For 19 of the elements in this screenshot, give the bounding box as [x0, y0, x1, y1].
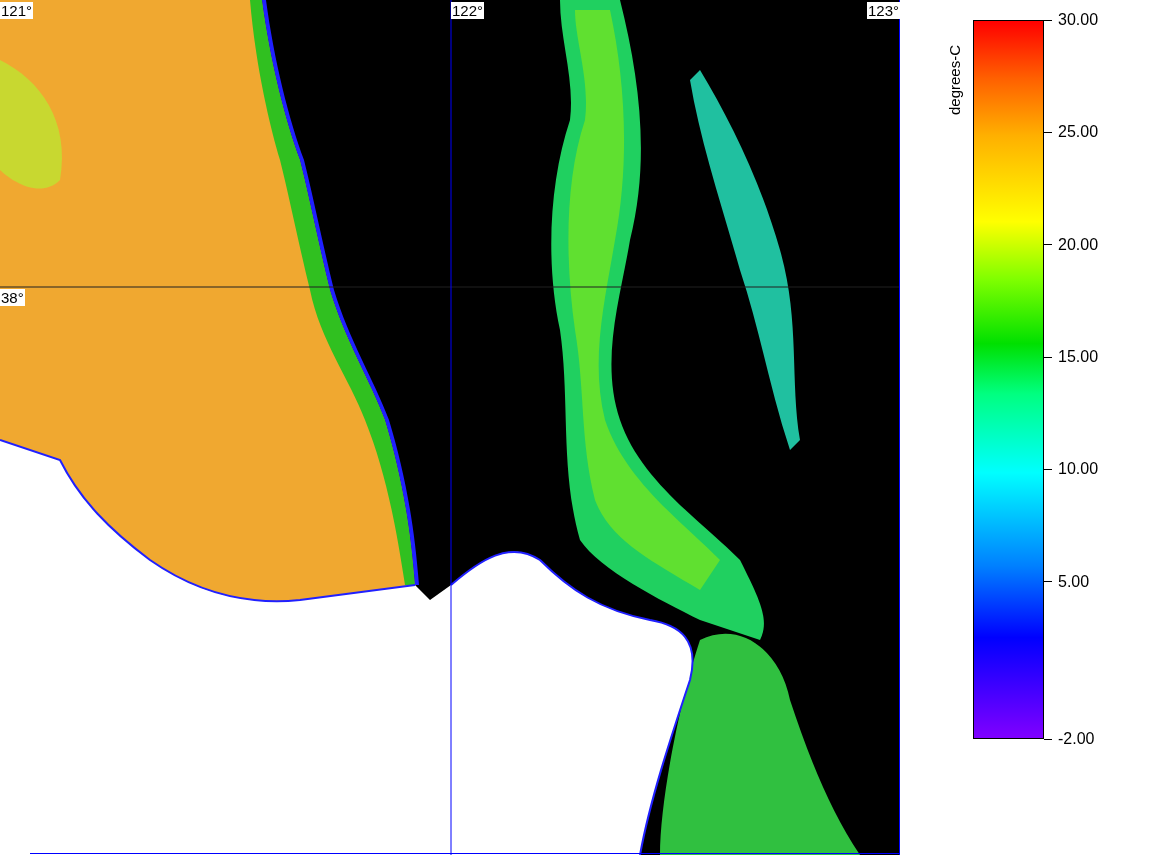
tick-mark [1044, 244, 1052, 246]
longitude-label: 123° [866, 2, 900, 19]
tick-mark [1044, 131, 1052, 133]
tick-label: 25.00 [1058, 123, 1099, 142]
latitude-label: 38° [0, 289, 25, 306]
longitude-label: 121° [0, 2, 34, 19]
tick-label: 30.00 [1058, 11, 1099, 29]
tick-mark [1044, 738, 1052, 740]
tick-mark [1044, 356, 1052, 358]
tick-mark [1044, 19, 1052, 21]
tick-label: 5.00 [1058, 572, 1090, 591]
longitude-label: 122° [451, 2, 485, 19]
tick-label: 20.00 [1058, 235, 1099, 254]
colorbar-title: degrees-C [946, 43, 964, 115]
tick-mark [1044, 581, 1052, 583]
tick-label: 10.00 [1058, 460, 1099, 479]
tick-label: 15.00 [1058, 348, 1099, 367]
tick-label: -2.00 [1058, 730, 1095, 748]
tick-mark [1044, 468, 1052, 470]
